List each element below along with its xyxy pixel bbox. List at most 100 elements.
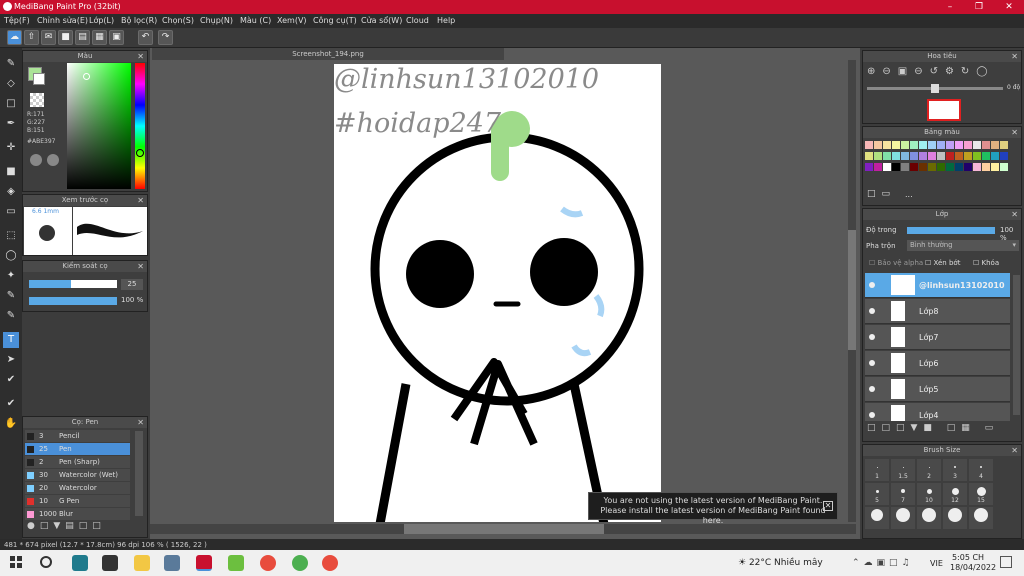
- notification-icon[interactable]: [1000, 556, 1012, 568]
- palette-swatch[interactable]: [946, 141, 954, 149]
- brush-size-cell[interactable]: [917, 507, 941, 529]
- menu-edit[interactable]: Chỉnh sửa(E): [37, 16, 88, 25]
- palette-swatch[interactable]: [973, 163, 981, 171]
- hue-handle[interactable]: [136, 149, 144, 157]
- chrome-profile-1-icon[interactable]: [260, 555, 276, 571]
- taskbar-app-green-icon[interactable]: [228, 555, 244, 571]
- restore-icon[interactable]: ❐: [964, 0, 994, 14]
- select-pen-icon[interactable]: ✎: [3, 288, 19, 304]
- lock-checkbox[interactable]: ☐ Khóa: [973, 259, 999, 267]
- layer-row[interactable]: @linhsun13102010: [865, 273, 1010, 298]
- taskbar-capcut-icon[interactable]: [102, 555, 118, 571]
- minimize-icon[interactable]: –: [935, 0, 965, 14]
- palette-swatch[interactable]: [874, 152, 882, 160]
- palette-swatch[interactable]: [910, 163, 918, 171]
- lasso-tool-icon[interactable]: ◯: [3, 248, 19, 264]
- brush-opacity-slider[interactable]: [29, 297, 117, 305]
- medibang-taskbar-icon[interactable]: [196, 555, 212, 571]
- palette-swatch[interactable]: [901, 152, 909, 160]
- brush-size-cell[interactable]: [969, 507, 993, 529]
- menu-select[interactable]: Chọn(S): [162, 16, 194, 25]
- layer-row[interactable]: Lớp8: [865, 299, 1010, 324]
- palette-swatch[interactable]: [910, 141, 918, 149]
- blend-mode-select[interactable]: Bình thường ▾: [907, 240, 1019, 251]
- brush-list-item[interactable]: 30 Watercolor (Wet): [25, 469, 130, 481]
- color-wheel-icon[interactable]: [30, 154, 42, 166]
- eyedropper-icon[interactable]: ✔: [3, 372, 19, 388]
- brush-list-item[interactable]: 1000 Blur: [25, 508, 130, 520]
- palette-swatch[interactable]: [892, 152, 900, 160]
- menu-view[interactable]: Xem(V): [277, 16, 307, 25]
- visibility-eye-icon[interactable]: [869, 334, 875, 340]
- palette-swatch[interactable]: [865, 141, 873, 149]
- save-icon[interactable]: ■: [58, 30, 73, 45]
- eyedropper2-icon[interactable]: ✔: [3, 396, 19, 412]
- palette-swatch[interactable]: [982, 141, 990, 149]
- eraser-tool-icon[interactable]: ◇: [3, 76, 19, 92]
- pages-icon[interactable]: ▦: [92, 30, 107, 45]
- weather-widget[interactable]: ☀ 22°C Nhiều mây: [738, 558, 823, 568]
- palette-swatch[interactable]: [901, 141, 909, 149]
- palette-swatch[interactable]: [937, 141, 945, 149]
- palette-swatches[interactable]: [865, 141, 1011, 174]
- chrome-profile-2-icon[interactable]: [292, 555, 308, 571]
- palette-swatch[interactable]: [892, 163, 900, 171]
- palette-swatch[interactable]: [964, 141, 972, 149]
- brush-tool-icon[interactable]: ✎: [3, 56, 19, 72]
- palette-swatch[interactable]: [928, 163, 936, 171]
- brush-size-cell[interactable]: 10: [917, 483, 941, 505]
- input-language[interactable]: VIE: [930, 559, 943, 568]
- visibility-eye-icon[interactable]: [869, 386, 875, 392]
- document-icon[interactable]: ▤: [75, 30, 90, 45]
- text-tool-icon[interactable]: T: [3, 332, 19, 348]
- palette-toolbar[interactable]: □▭: [867, 189, 896, 199]
- clipping-checkbox[interactable]: ☐ Xén bớt: [925, 259, 960, 267]
- menu-help[interactable]: Help: [437, 16, 455, 25]
- cloud-icon[interactable]: ☁: [7, 30, 22, 45]
- palette-swatch[interactable]: [910, 152, 918, 160]
- palette-swatch[interactable]: [928, 152, 936, 160]
- brush-size-cell[interactable]: 1: [865, 459, 889, 481]
- chrome-profile-3-icon[interactable]: [322, 555, 338, 571]
- menu-layer[interactable]: Lớp(L): [89, 16, 114, 25]
- transparent-swatch[interactable]: [30, 93, 44, 107]
- palette-swatch[interactable]: [1000, 152, 1008, 160]
- document-canvas[interactable]: @linhsun13102010 #hoidap247: [334, 64, 661, 522]
- layer-row[interactable]: Lớp5: [865, 377, 1010, 402]
- palette-swatch[interactable]: [883, 152, 891, 160]
- background-color-swatch[interactable]: [33, 73, 45, 85]
- visibility-eye-icon[interactable]: [869, 282, 875, 288]
- palette-swatch[interactable]: [946, 152, 954, 160]
- brush-size-field[interactable]: 25: [121, 279, 143, 290]
- rotation-slider[interactable]: [867, 84, 1003, 93]
- palette-swatch[interactable]: [955, 141, 963, 149]
- clock[interactable]: 5:05 CH 18/04/2022: [950, 553, 996, 573]
- palette-swatch[interactable]: [991, 141, 999, 149]
- picker-handle[interactable]: [83, 73, 90, 80]
- palette-swatch[interactable]: [883, 163, 891, 171]
- palette-swatch[interactable]: [919, 141, 927, 149]
- menu-window[interactable]: Cửa sổ(W): [361, 16, 402, 25]
- visibility-eye-icon[interactable]: [869, 308, 875, 314]
- brush-list-scrollbar[interactable]: [135, 431, 143, 516]
- hand-tool-icon[interactable]: ✋: [3, 416, 19, 432]
- palette-swatch[interactable]: [964, 152, 972, 160]
- layer-opacity-slider[interactable]: [907, 227, 995, 234]
- brush-size-cell[interactable]: [865, 507, 889, 529]
- system-tray[interactable]: ⌃☁▣□♫: [852, 558, 914, 568]
- menu-file[interactable]: Tệp(F): [4, 16, 30, 25]
- gradient-tool-icon[interactable]: ▭: [3, 204, 19, 220]
- menu-tools[interactable]: Công cụ(T): [313, 16, 357, 25]
- saturation-value-picker[interactable]: [67, 63, 131, 189]
- palette-swatch[interactable]: [1000, 141, 1008, 149]
- palette-swatch[interactable]: [991, 152, 999, 160]
- document-tab[interactable]: Screenshot_194.png: [152, 48, 504, 60]
- palette-swatch[interactable]: [865, 163, 873, 171]
- hue-slider[interactable]: [135, 63, 145, 189]
- color-picker-icon[interactable]: [47, 154, 59, 166]
- brush-size-cell[interactable]: [943, 507, 967, 529]
- move-tool-icon[interactable]: ✛: [3, 140, 19, 156]
- vertical-scrollbar[interactable]: [848, 60, 856, 522]
- select-tool-icon[interactable]: ⬚: [3, 228, 19, 244]
- palette-swatch[interactable]: [937, 152, 945, 160]
